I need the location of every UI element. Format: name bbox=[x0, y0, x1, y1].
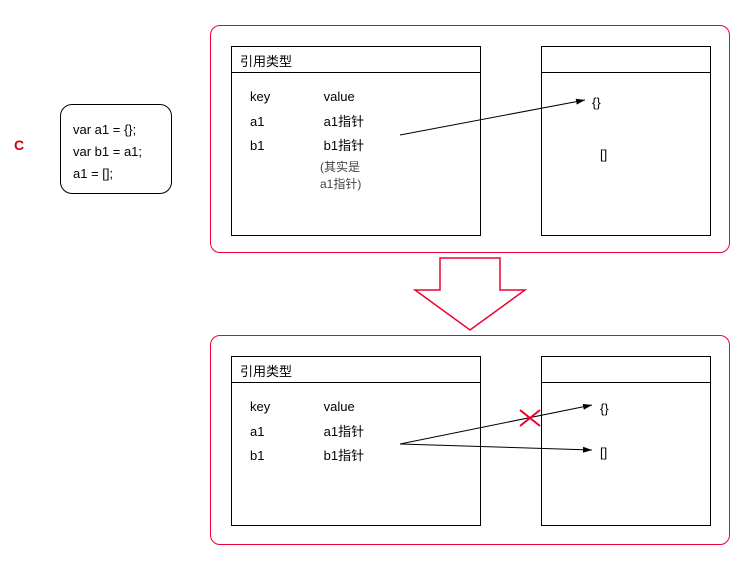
reference-type-panel: 引用类型 key value a1 a1指针 b1 b1指针 (其实是 a1指针… bbox=[231, 46, 481, 236]
table-cell-key: b1 bbox=[250, 444, 320, 469]
state-before-container: 引用类型 key value a1 a1指针 b1 b1指针 (其实是 a1指针… bbox=[210, 25, 730, 253]
table-header-value: value bbox=[324, 395, 444, 420]
reference-type-panel: 引用类型 key value a1 a1指针 b1 b1指针 bbox=[231, 356, 481, 526]
table-cell-key: a1 bbox=[250, 110, 320, 135]
table-cell-value: b1指针 bbox=[324, 444, 444, 469]
panel-title: 引用类型 bbox=[232, 357, 480, 383]
table-cell-key: b1 bbox=[250, 134, 320, 159]
table-header-key: key bbox=[250, 395, 320, 420]
panel-body: key value a1 a1指针 b1 b1指针 (其实是 a1指针) bbox=[232, 73, 480, 205]
table-cell-value: a1指针 bbox=[324, 420, 444, 445]
table-header-key: key bbox=[250, 85, 320, 110]
heap-array: [] bbox=[600, 147, 607, 162]
state-after-container: 引用类型 key value a1 a1指针 b1 b1指针 {} [] bbox=[210, 335, 730, 545]
note-text: a1指针) bbox=[320, 176, 462, 193]
code-line: a1 = []; bbox=[73, 163, 159, 185]
table-header-value: value bbox=[324, 85, 444, 110]
code-snippet-box: var a1 = {}; var b1 = a1; a1 = []; bbox=[60, 104, 172, 194]
panel-body: key value a1 a1指针 b1 b1指针 bbox=[232, 383, 480, 481]
section-label: C bbox=[14, 137, 24, 153]
panel-title: 引用类型 bbox=[232, 47, 480, 73]
panel-title bbox=[542, 47, 710, 73]
transition-arrow-icon bbox=[415, 258, 525, 330]
heap-panel: {} [] bbox=[541, 46, 711, 236]
heap-panel: {} [] bbox=[541, 356, 711, 526]
table-cell-value: a1指针 bbox=[324, 110, 444, 135]
code-line: var a1 = {}; bbox=[73, 119, 159, 141]
table-cell-key: a1 bbox=[250, 420, 320, 445]
heap-object: {} bbox=[592, 95, 601, 110]
table-cell-value: b1指针 bbox=[324, 134, 444, 159]
note-text: (其实是 bbox=[320, 159, 462, 176]
heap-array: [] bbox=[600, 445, 607, 460]
panel-title bbox=[542, 357, 710, 383]
heap-object: {} bbox=[600, 401, 609, 416]
code-line: var b1 = a1; bbox=[73, 141, 159, 163]
